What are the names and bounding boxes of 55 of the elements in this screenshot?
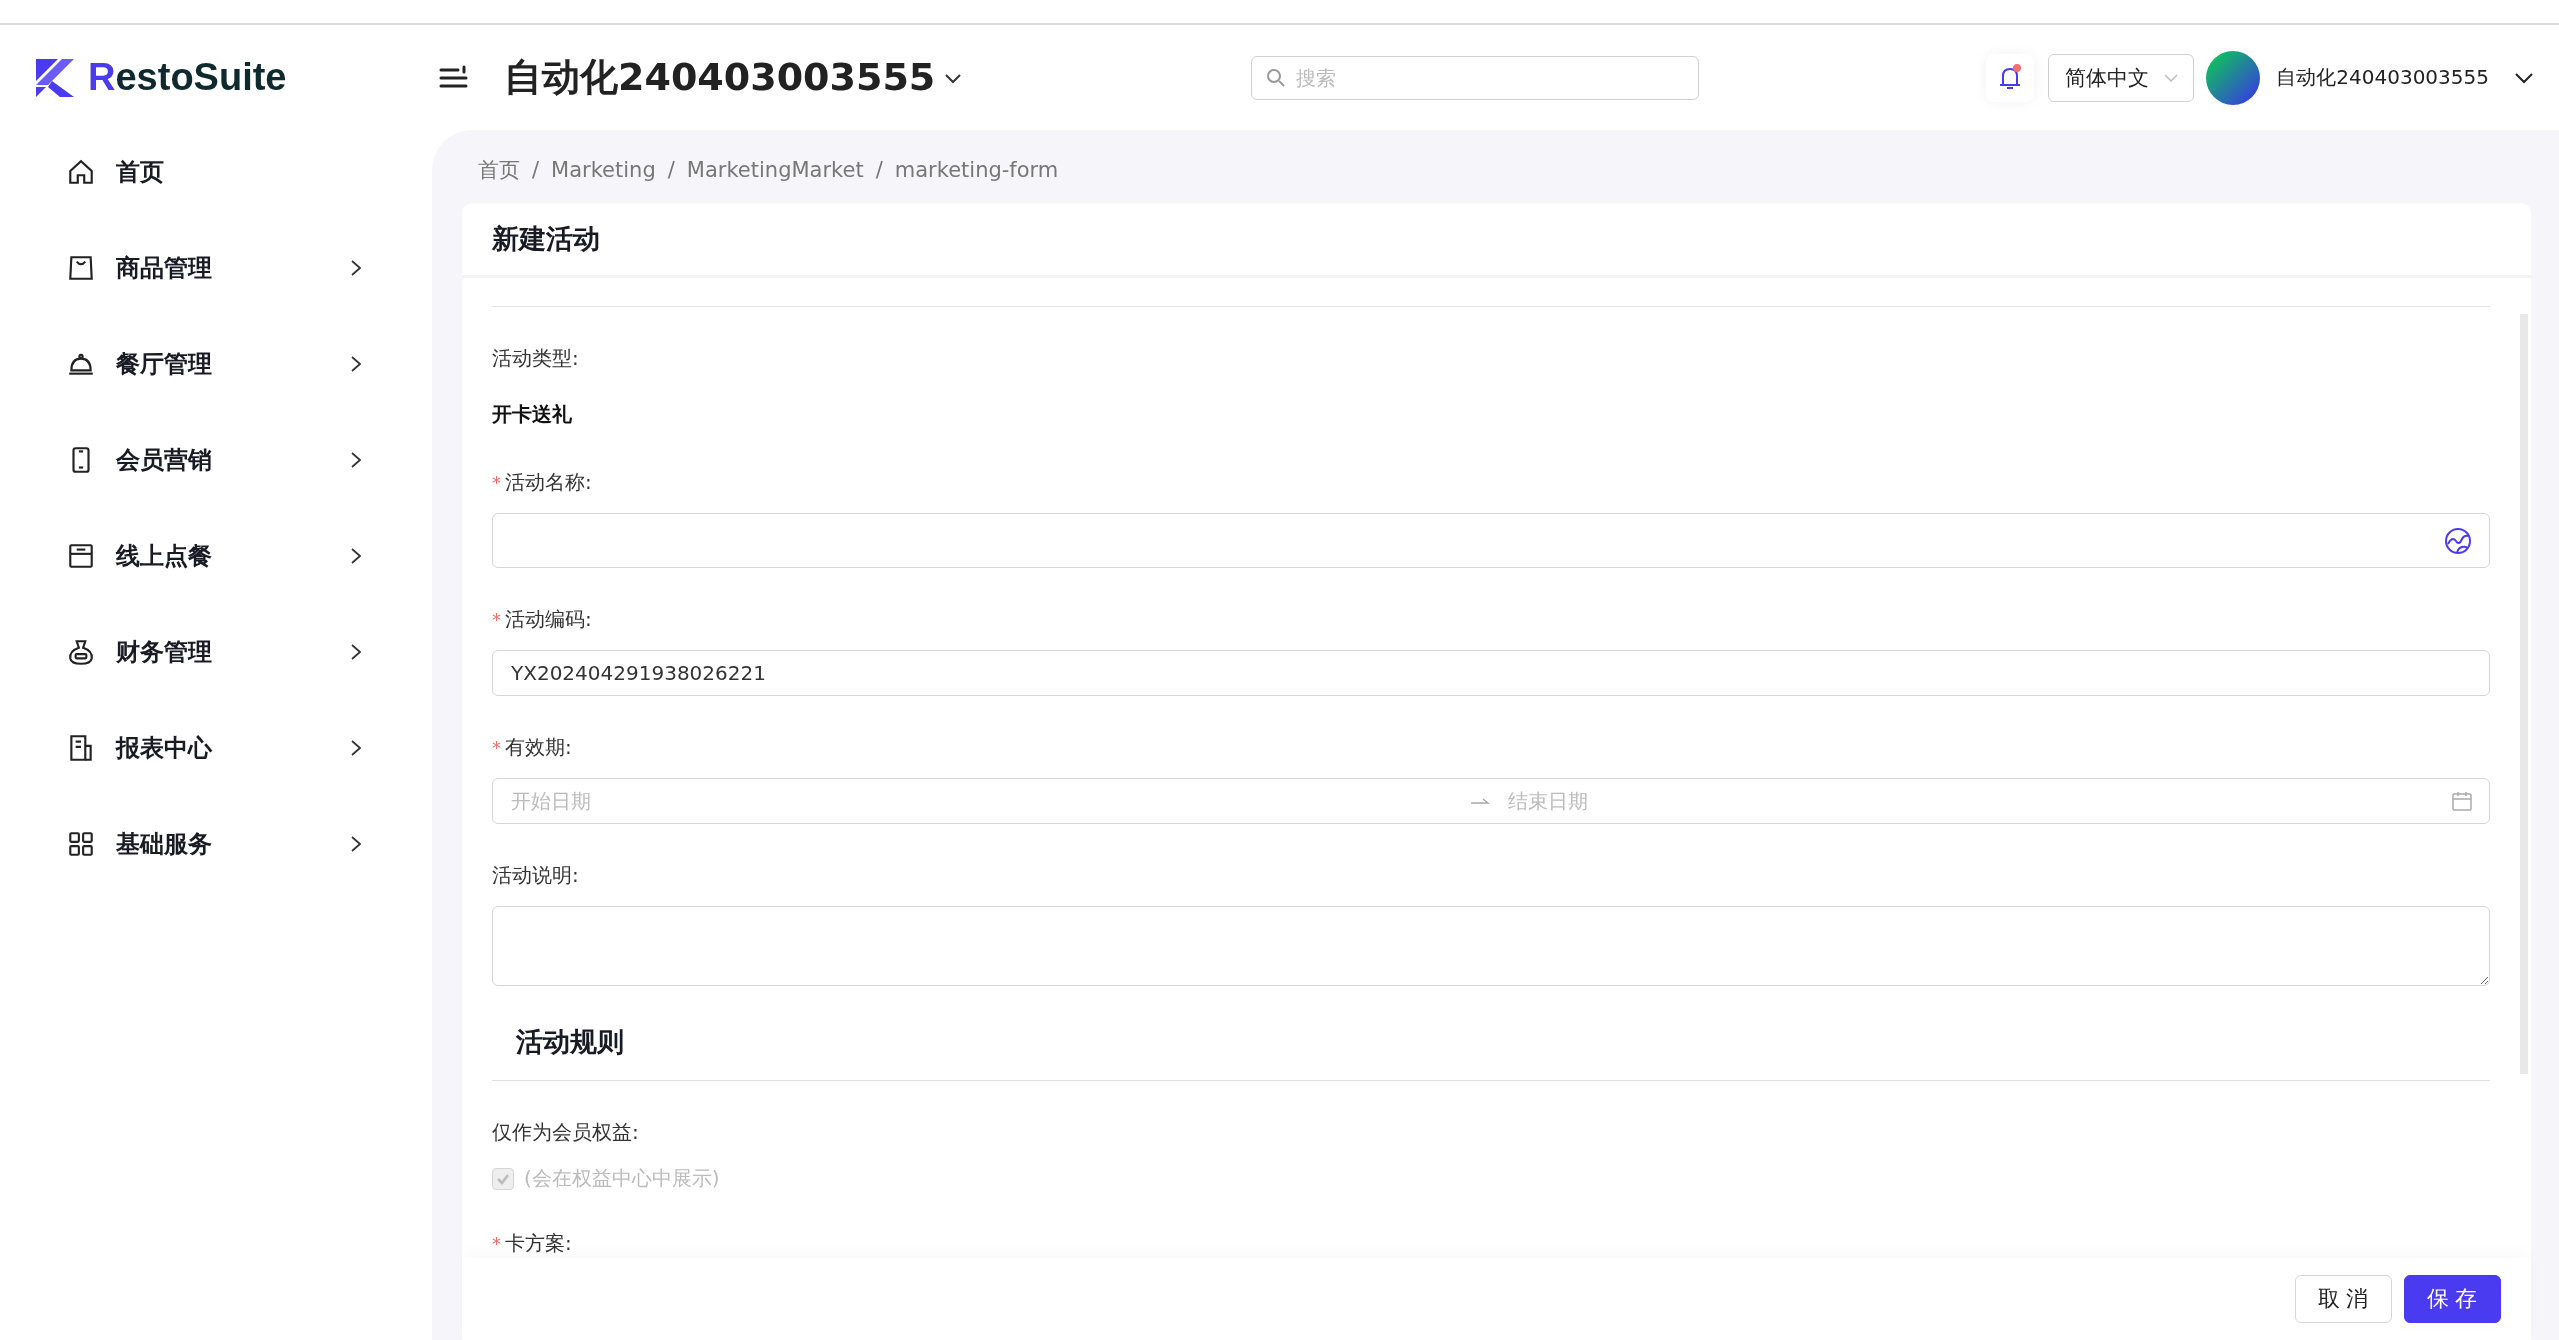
field-label: 有效期: <box>505 733 572 761</box>
date-range-field[interactable]: 开始日期 结束日期 <box>492 778 2490 824</box>
menu-item-icon <box>66 253 96 283</box>
required-mark: * <box>492 736 501 758</box>
user-name[interactable]: 自动化240403003555 <box>2276 64 2489 91</box>
text-input[interactable]: YX202404291938026221 <box>509 660 2473 686</box>
field-label: 活动说明: <box>492 861 579 889</box>
field-label: 活动类型: <box>492 344 579 372</box>
menu-item-icon <box>66 541 96 571</box>
breadcrumb-separator: / <box>667 158 675 182</box>
calendar-icon <box>2451 790 2473 812</box>
sidebar-item[interactable]: 会员营销 <box>0 412 432 508</box>
search-field[interactable]: 搜索 <box>1250 55 1699 100</box>
end-date-input[interactable]: 结束日期 <box>1506 788 2451 814</box>
store-name[interactable]: 自动化240403003555 <box>504 52 936 103</box>
search-input[interactable]: 搜索 <box>1293 64 1684 91</box>
logo-text: RestoSuite <box>88 56 287 99</box>
breadcrumb-link[interactable]: 首页 <box>478 156 520 184</box>
field-label: 活动名称: <box>505 468 592 496</box>
breadcrumb-link[interactable]: marketing-form <box>894 158 1059 182</box>
activity-type-value: 开卡送礼 <box>492 400 573 428</box>
sidebar-item[interactable]: 报表中心 <box>0 700 432 796</box>
breadcrumb-link[interactable]: MarketingMarket <box>686 158 864 182</box>
globe-icon[interactable] <box>2443 525 2473 556</box>
field-label: 活动编码: <box>505 605 592 633</box>
breadcrumb-separator: / <box>875 158 883 182</box>
search-icon <box>1265 67 1286 88</box>
text-field[interactable] <box>492 513 2490 568</box>
required-mark: * <box>492 608 501 630</box>
sidebar-item[interactable]: 餐厅管理 <box>0 316 432 412</box>
description-field[interactable] <box>492 906 2490 986</box>
field-label: 仅作为会员权益: <box>492 1118 639 1146</box>
notification-button[interactable] <box>1986 53 2035 102</box>
language-select[interactable]: 简体中文 <box>2048 53 2195 102</box>
sidebar-item[interactable]: 财务管理 <box>0 604 432 700</box>
menu-item-icon <box>66 829 96 859</box>
sidebar-item[interactable]: 基础服务 <box>0 796 432 892</box>
cancel-button[interactable]: 取消 <box>2294 1275 2392 1323</box>
menu-item-icon <box>66 157 96 187</box>
page-title: 新建活动 <box>492 222 600 256</box>
field-label: 卡方案: <box>505 1229 572 1257</box>
required-mark: * <box>492 471 501 493</box>
menu-item-icon <box>66 637 96 667</box>
logo-icon <box>34 56 76 99</box>
save-button[interactable]: 保存 <box>2403 1275 2501 1323</box>
required-mark: * <box>492 1232 501 1254</box>
section-title: 活动规则 <box>516 1026 624 1057</box>
sidebar-item[interactable]: 线上点餐 <box>0 508 432 604</box>
start-date-input[interactable]: 开始日期 <box>509 788 1454 814</box>
text-field[interactable]: YX202404291938026221 <box>492 650 2490 696</box>
breadcrumb-separator: / <box>532 158 540 182</box>
breadcrumb-link[interactable]: Marketing <box>551 158 656 182</box>
sidebar-item[interactable]: 商品管理 <box>0 220 432 316</box>
sidebar-item[interactable]: 首页 <box>0 124 432 220</box>
checkbox-label: (会在权益中心中展示) <box>524 1165 720 1192</box>
